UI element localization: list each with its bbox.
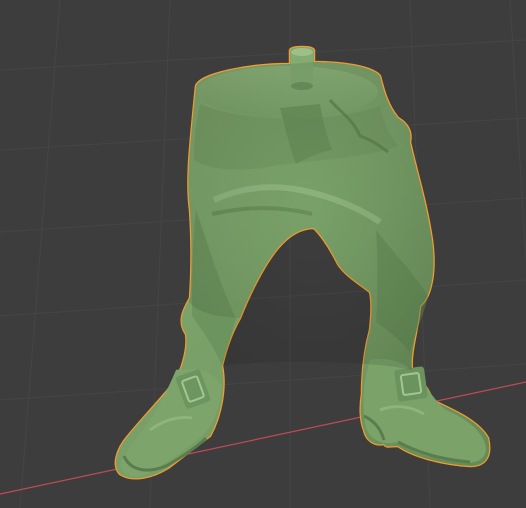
3d-viewport[interactable] <box>0 0 526 508</box>
selected-sculpt-model[interactable] <box>0 0 526 508</box>
right-boot <box>363 358 486 464</box>
